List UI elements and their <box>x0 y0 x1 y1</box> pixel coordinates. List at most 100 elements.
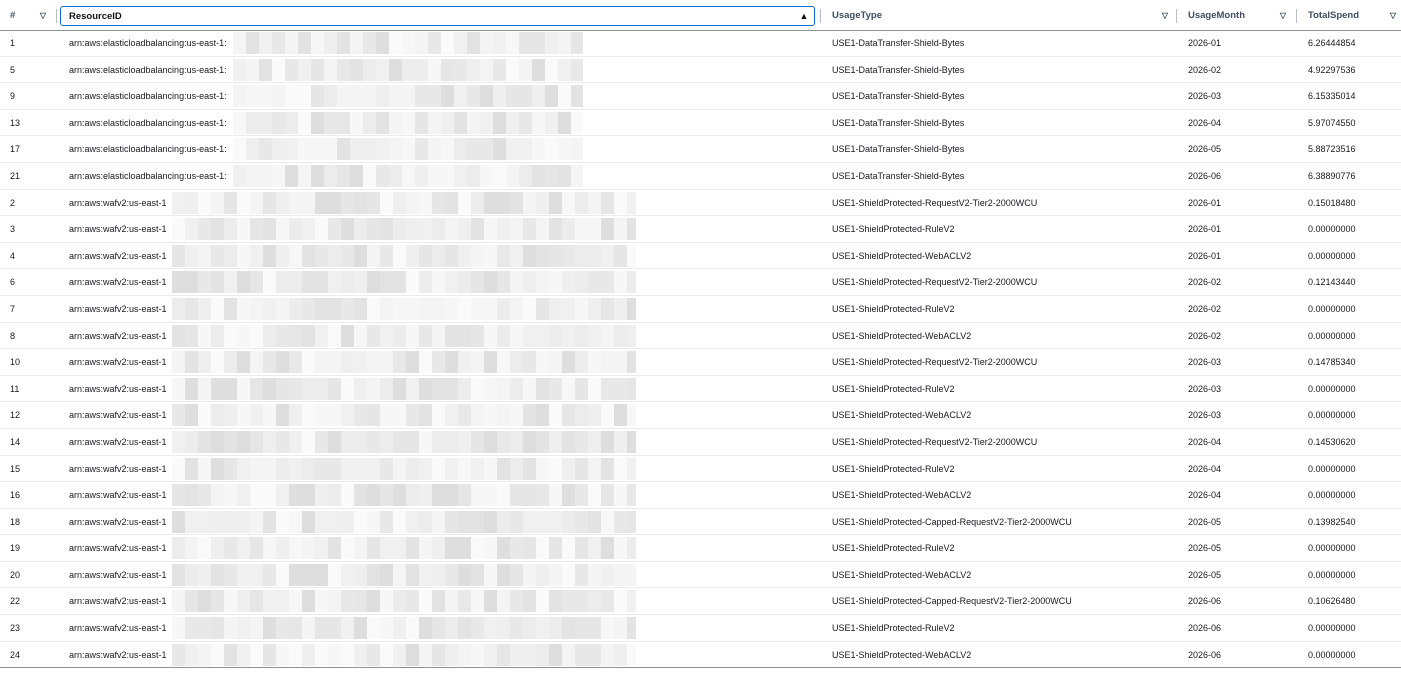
cell-usage-month[interactable]: 2026-02 <box>1188 323 1288 349</box>
cell-total-spend[interactable]: 4.92297536 <box>1308 57 1400 83</box>
table-row[interactable]: 6 arn:aws:wafv2:us-east-1 USE1-ShieldProte… <box>0 269 1401 296</box>
filter-triangle-icon[interactable]: ▽ <box>1158 11 1172 20</box>
cell-usage-type[interactable]: USE1-ShieldProtected-RequestV2-Tier2-200… <box>832 429 1172 455</box>
table-row[interactable]: 13 arn:aws:elasticloadbalancing:us-east-1… <box>0 110 1401 137</box>
column-divider[interactable] <box>1176 9 1177 23</box>
cell-usage-month[interactable]: 2026-06 <box>1188 163 1288 189</box>
table-row[interactable]: 14 arn:aws:wafv2:us-east-1 USE1-ShieldProt… <box>0 429 1401 456</box>
cell-total-spend[interactable]: 0.00000000 <box>1308 323 1400 349</box>
filter-triangle-icon[interactable]: ▽ <box>36 11 50 20</box>
table-row[interactable]: 18 arn:aws:wafv2:us-east-1 USE1-ShieldProt… <box>0 509 1401 536</box>
column-header-usagemonth[interactable]: UsageMonth ▽ <box>1188 0 1290 30</box>
cell-total-spend[interactable]: 0.12143440 <box>1308 269 1400 295</box>
cell-usage-month[interactable]: 2026-02 <box>1188 57 1288 83</box>
cell-total-spend[interactable]: 0.10626480 <box>1308 588 1400 614</box>
cell-usage-month[interactable]: 2026-03 <box>1188 83 1288 109</box>
column-header-resourceid[interactable]: ResourceID ▲ <box>60 6 815 26</box>
table-row[interactable]: 2 arn:aws:wafv2:us-east-1 USE1-ShieldProte… <box>0 190 1401 217</box>
cell-usage-type[interactable]: USE1-ShieldProtected-WebACLV2 <box>832 642 1172 668</box>
cell-usage-type[interactable]: USE1-ShieldProtected-Capped-RequestV2-Ti… <box>832 588 1172 614</box>
cell-total-spend[interactable]: 0.15018480 <box>1308 190 1400 216</box>
table-row[interactable]: 4 arn:aws:wafv2:us-east-1 USE1-ShieldProte… <box>0 243 1401 270</box>
cell-usage-month[interactable]: 2026-04 <box>1188 456 1288 482</box>
cell-usage-type[interactable]: USE1-ShieldProtected-RuleV2 <box>832 456 1172 482</box>
cell-usage-type[interactable]: USE1-ShieldProtected-WebACLV2 <box>832 323 1172 349</box>
cell-usage-type[interactable]: USE1-ShieldProtected-WebACLV2 <box>832 402 1172 428</box>
cell-usage-month[interactable]: 2026-01 <box>1188 216 1288 242</box>
cell-total-spend[interactable]: 0.14530620 <box>1308 429 1400 455</box>
cell-usage-type[interactable]: USE1-ShieldProtected-Capped-RequestV2-Ti… <box>832 509 1172 535</box>
table-row[interactable]: 9 arn:aws:elasticloadbalancing:us-east-1:… <box>0 83 1401 110</box>
cell-usage-month[interactable]: 2026-05 <box>1188 562 1288 588</box>
table-row[interactable]: 24 arn:aws:wafv2:us-east-1 USE1-ShieldProt… <box>0 642 1401 669</box>
cell-usage-month[interactable]: 2026-06 <box>1188 642 1288 668</box>
cell-usage-type[interactable]: USE1-ShieldProtected-WebACLV2 <box>832 482 1172 508</box>
cell-usage-month[interactable]: 2026-03 <box>1188 349 1288 375</box>
table-row[interactable]: 8 arn:aws:wafv2:us-east-1 USE1-ShieldProte… <box>0 323 1401 350</box>
table-row[interactable]: 3 arn:aws:wafv2:us-east-1 USE1-ShieldProte… <box>0 216 1401 243</box>
cell-total-spend[interactable]: 0.00000000 <box>1308 296 1400 322</box>
column-header-usagetype[interactable]: UsageType ▽ <box>832 0 1172 30</box>
cell-usage-type[interactable]: USE1-ShieldProtected-RuleV2 <box>832 615 1172 641</box>
table-row[interactable]: 7 arn:aws:wafv2:us-east-1 USE1-ShieldProte… <box>0 296 1401 323</box>
cell-usage-month[interactable]: 2026-04 <box>1188 429 1288 455</box>
cell-usage-month[interactable]: 2026-01 <box>1188 190 1288 216</box>
table-row[interactable]: 21 arn:aws:elasticloadbalancing:us-east-1… <box>0 163 1401 190</box>
cell-usage-month[interactable]: 2026-03 <box>1188 402 1288 428</box>
column-header-totalspend[interactable]: TotalSpend ▽ <box>1308 0 1400 30</box>
cell-usage-type[interactable]: USE1-ShieldProtected-RuleV2 <box>832 296 1172 322</box>
cell-usage-type[interactable]: USE1-ShieldProtected-RuleV2 <box>832 535 1172 561</box>
cell-usage-type[interactable]: USE1-ShieldProtected-RequestV2-Tier2-200… <box>832 269 1172 295</box>
table-row[interactable]: 22 arn:aws:wafv2:us-east-1 USE1-ShieldProt… <box>0 588 1401 616</box>
table-row[interactable]: 17 arn:aws:elasticloadbalancing:us-east-1… <box>0 136 1401 163</box>
cell-usage-type[interactable]: USE1-DataTransfer-Shield-Bytes <box>832 57 1172 83</box>
table-row[interactable]: 10 arn:aws:wafv2:us-east-1 USE1-ShieldProt… <box>0 349 1401 376</box>
cell-usage-type[interactable]: USE1-DataTransfer-Shield-Bytes <box>832 163 1172 189</box>
cell-total-spend[interactable]: 0.00000000 <box>1308 562 1400 588</box>
cell-usage-type[interactable]: USE1-DataTransfer-Shield-Bytes <box>832 83 1172 109</box>
cell-usage-type[interactable]: USE1-ShieldProtected-RequestV2-Tier2-200… <box>832 349 1172 375</box>
table-row[interactable]: 1 arn:aws:elasticloadbalancing:us-east-1:… <box>0 30 1401 57</box>
cell-total-spend[interactable]: 0.00000000 <box>1308 615 1400 641</box>
cell-total-spend[interactable]: 6.38890776 <box>1308 163 1400 189</box>
cell-usage-month[interactable]: 2026-01 <box>1188 30 1288 56</box>
cell-total-spend[interactable]: 0.00000000 <box>1308 216 1400 242</box>
cell-total-spend[interactable]: 0.00000000 <box>1308 376 1400 402</box>
filter-triangle-icon[interactable]: ▽ <box>1386 11 1400 20</box>
table-row[interactable]: 11 arn:aws:wafv2:us-east-1 USE1-ShieldProt… <box>0 376 1401 403</box>
column-divider[interactable] <box>56 9 57 23</box>
cell-usage-month[interactable]: 2026-05 <box>1188 535 1288 561</box>
cell-usage-month[interactable]: 2026-03 <box>1188 376 1288 402</box>
column-divider[interactable] <box>820 9 821 23</box>
cell-total-spend[interactable]: 0.00000000 <box>1308 535 1400 561</box>
table-row[interactable]: 23 arn:aws:wafv2:us-east-1 USE1-ShieldProt… <box>0 615 1401 642</box>
cell-usage-month[interactable]: 2026-04 <box>1188 110 1288 136</box>
cell-usage-month[interactable]: 2026-04 <box>1188 482 1288 508</box>
cell-total-spend[interactable]: 5.88723516 <box>1308 136 1400 162</box>
cell-usage-month[interactable]: 2026-06 <box>1188 615 1288 641</box>
cell-usage-month[interactable]: 2026-05 <box>1188 509 1288 535</box>
table-row[interactable]: 15 arn:aws:wafv2:us-east-1 USE1-ShieldProt… <box>0 456 1401 483</box>
cell-usage-type[interactable]: USE1-DataTransfer-Shield-Bytes <box>832 30 1172 56</box>
column-header-number[interactable]: # ▽ <box>10 0 50 30</box>
filter-triangle-icon[interactable]: ▽ <box>1276 11 1290 20</box>
cell-usage-type[interactable]: USE1-ShieldProtected-RequestV2-Tier2-200… <box>832 190 1172 216</box>
cell-usage-month[interactable]: 2026-02 <box>1188 269 1288 295</box>
cell-total-spend[interactable]: 0.00000000 <box>1308 642 1400 668</box>
table-row[interactable]: 5 arn:aws:elasticloadbalancing:us-east-1:… <box>0 57 1401 84</box>
cell-total-spend[interactable]: 5.97074550 <box>1308 110 1400 136</box>
cell-usage-type[interactable]: USE1-DataTransfer-Shield-Bytes <box>832 136 1172 162</box>
cell-usage-month[interactable]: 2026-02 <box>1188 296 1288 322</box>
cell-total-spend[interactable]: 0.00000000 <box>1308 243 1400 269</box>
cell-total-spend[interactable]: 0.00000000 <box>1308 456 1400 482</box>
table-row[interactable]: 12 arn:aws:wafv2:us-east-1 USE1-ShieldProt… <box>0 402 1401 429</box>
cell-total-spend[interactable]: 0.00000000 <box>1308 482 1400 508</box>
column-divider[interactable] <box>1296 9 1297 23</box>
table-row[interactable]: 16 arn:aws:wafv2:us-east-1 USE1-ShieldProt… <box>0 482 1401 509</box>
cell-usage-month[interactable]: 2026-01 <box>1188 243 1288 269</box>
cell-usage-type[interactable]: USE1-ShieldProtected-RuleV2 <box>832 376 1172 402</box>
cell-total-spend[interactable]: 0.13982540 <box>1308 509 1400 535</box>
cell-usage-type[interactable]: USE1-ShieldProtected-WebACLV2 <box>832 243 1172 269</box>
cell-usage-type[interactable]: USE1-ShieldProtected-WebACLV2 <box>832 562 1172 588</box>
cell-usage-type[interactable]: USE1-ShieldProtected-RuleV2 <box>832 216 1172 242</box>
